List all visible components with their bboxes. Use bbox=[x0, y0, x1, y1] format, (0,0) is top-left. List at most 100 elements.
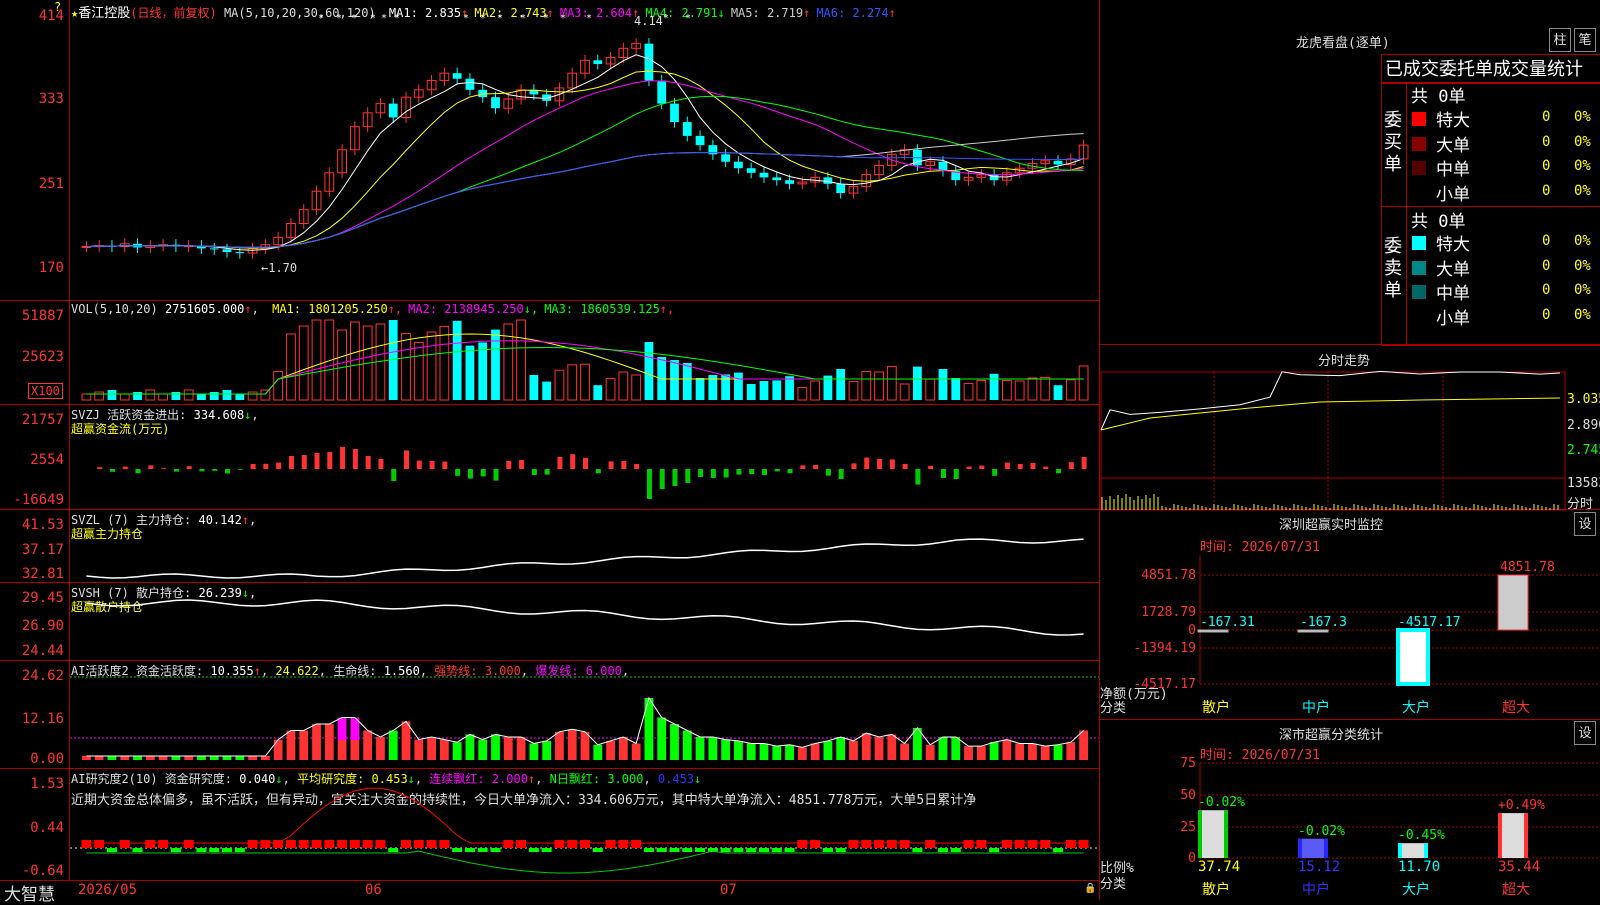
signal-star: * bbox=[463, 13, 469, 24]
research-bar bbox=[976, 840, 986, 848]
order-pct: 0% bbox=[1574, 233, 1591, 249]
classify-pct-label: -0.45% bbox=[1398, 828, 1445, 843]
volume-bar bbox=[146, 390, 155, 400]
fund-flow-bar bbox=[685, 469, 690, 483]
fund-flow-bar bbox=[877, 459, 882, 469]
fund-flow-bar bbox=[890, 459, 895, 469]
volume-bar bbox=[1054, 385, 1063, 400]
volume-bar bbox=[887, 367, 896, 400]
activity-bar bbox=[274, 740, 283, 760]
candle-down bbox=[747, 168, 756, 173]
ma-line bbox=[86, 134, 1083, 248]
volume-bar bbox=[747, 384, 756, 400]
order-color-swatch bbox=[1412, 137, 1426, 151]
volume-bar bbox=[133, 392, 142, 400]
order-qty: 0 bbox=[1542, 158, 1550, 174]
research-bar bbox=[158, 840, 168, 848]
volume-bar bbox=[772, 380, 781, 400]
research-bar bbox=[721, 848, 731, 852]
order-pct: 0% bbox=[1574, 307, 1591, 323]
volume-bar bbox=[248, 392, 257, 400]
signal-star: * bbox=[520, 13, 526, 24]
volume-bar bbox=[1003, 380, 1012, 400]
volume-bar bbox=[1041, 377, 1050, 400]
activity-bar bbox=[504, 737, 513, 760]
order-pct: 0% bbox=[1574, 134, 1591, 150]
research-bar bbox=[657, 848, 667, 852]
volume-bar bbox=[606, 379, 615, 400]
classify-y-label: 25 bbox=[1180, 820, 1196, 835]
activity-bar bbox=[312, 724, 321, 760]
monitor-settings-button[interactable]: 设 bbox=[1574, 512, 1596, 536]
fund-flow-bar bbox=[1030, 463, 1035, 469]
signal-star: * bbox=[351, 13, 357, 24]
classify-bar-edge bbox=[1424, 843, 1428, 858]
activity-bar bbox=[811, 744, 820, 761]
fund-flow-bar bbox=[813, 465, 818, 469]
order-pct: 0% bbox=[1574, 109, 1591, 125]
classify-bar bbox=[1398, 843, 1428, 858]
classify-settings-button[interactable]: 设 bbox=[1574, 721, 1596, 745]
research-bar bbox=[171, 848, 181, 852]
activity-bar bbox=[683, 731, 692, 761]
activity-bar bbox=[402, 721, 411, 760]
classify-bar-edge bbox=[1398, 843, 1402, 858]
research-bar bbox=[759, 848, 769, 852]
fund-flow-bar bbox=[455, 469, 460, 476]
classify-category: 大户 bbox=[1402, 881, 1430, 898]
monitor-y-label: 1728.79 bbox=[1141, 605, 1196, 620]
activity-bar bbox=[299, 731, 308, 761]
candle-down bbox=[760, 173, 769, 178]
volume-bar bbox=[171, 392, 180, 400]
volume-bar bbox=[593, 385, 602, 400]
volume-bar bbox=[836, 369, 845, 400]
bar-mode-button[interactable]: 柱 bbox=[1549, 28, 1571, 52]
research-bar bbox=[912, 848, 922, 852]
activity-bar bbox=[657, 718, 666, 761]
fund-flow-bar bbox=[1005, 463, 1010, 469]
volume-bar bbox=[529, 375, 538, 400]
research-bar bbox=[184, 840, 194, 848]
activity-bar bbox=[146, 756, 155, 760]
activity-bar bbox=[210, 756, 219, 760]
research-bar bbox=[644, 848, 654, 852]
dragon-title: 龙虎看盘(逐单) bbox=[1296, 32, 1390, 51]
volume-bar bbox=[760, 381, 769, 400]
activity-bar bbox=[785, 745, 794, 760]
fund-flow-bar bbox=[174, 469, 179, 472]
research-bar bbox=[695, 848, 705, 852]
activity-bar bbox=[977, 746, 986, 760]
fund-flow-bar bbox=[557, 457, 562, 469]
research-bar bbox=[222, 848, 232, 852]
pen-mode-button[interactable]: 笔 bbox=[1574, 28, 1596, 52]
fund-flow-bar bbox=[954, 469, 959, 479]
volume-bar bbox=[734, 373, 743, 400]
research-bar bbox=[120, 840, 130, 848]
volume-bar bbox=[964, 383, 973, 400]
candle-down bbox=[223, 249, 232, 252]
fund-flow-bar bbox=[442, 462, 447, 469]
volume-bar bbox=[849, 382, 858, 400]
order-size-label: 特大 bbox=[1436, 230, 1470, 255]
research-bar bbox=[1079, 840, 1089, 848]
fund-flow-bar bbox=[545, 469, 550, 475]
kline-chart-area[interactable]: * * * * * * * * * * * * * * * bbox=[0, 0, 1099, 900]
research-bar bbox=[746, 848, 756, 852]
research-bar bbox=[491, 848, 501, 852]
classify-pct-label: -0.02% bbox=[1298, 824, 1345, 839]
activity-bar bbox=[363, 731, 372, 761]
volume-bar bbox=[210, 392, 219, 400]
fund-flow-bar bbox=[506, 461, 511, 469]
order-pct: 0% bbox=[1574, 282, 1591, 298]
fund-flow-bar bbox=[340, 447, 345, 469]
buy-total: 共 0单 bbox=[1411, 82, 1465, 107]
activity-bar bbox=[887, 734, 896, 760]
classify-y-label: 50 bbox=[1180, 788, 1196, 803]
classify-bar bbox=[1298, 839, 1328, 858]
order-size-label: 特大 bbox=[1436, 106, 1470, 131]
research-bar bbox=[388, 848, 398, 852]
classify-category: 超大 bbox=[1502, 882, 1530, 898]
volume-bar bbox=[274, 371, 283, 400]
volume-bar bbox=[581, 364, 590, 400]
fund-flow-bar bbox=[583, 458, 588, 469]
